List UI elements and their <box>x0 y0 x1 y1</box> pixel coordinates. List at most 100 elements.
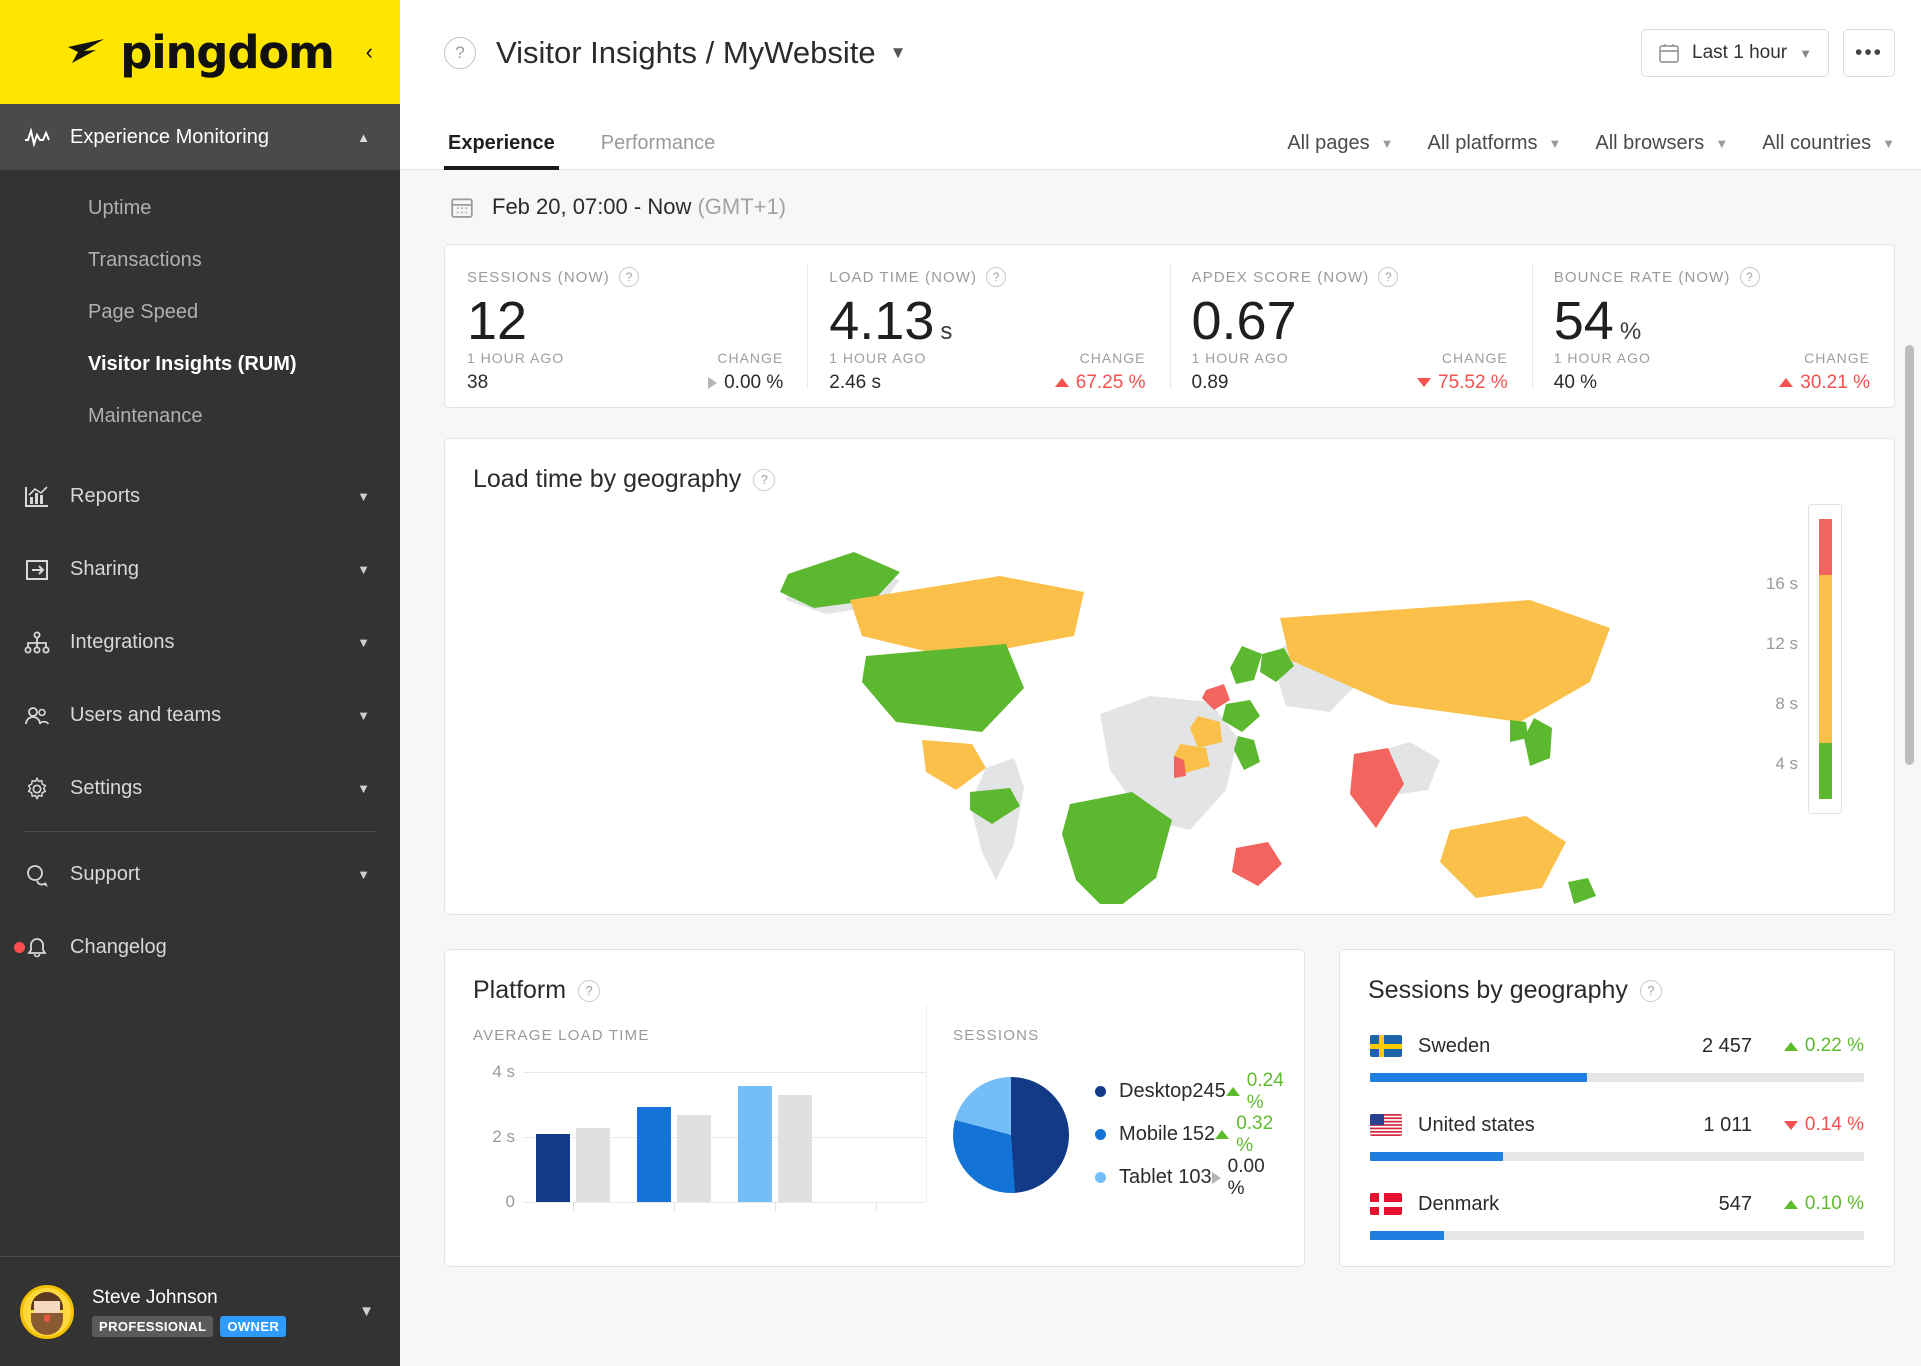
question-circle-icon[interactable]: ? <box>986 267 1007 287</box>
bar-group-empty <box>825 1072 926 1211</box>
notification-dot-icon <box>14 942 25 953</box>
sidebar-item-reports[interactable]: Reports ▼ <box>0 460 400 533</box>
calendar-icon <box>451 198 473 218</box>
legend-value: 245 <box>1192 1080 1226 1102</box>
sessions-by-geography-panel: Sessions by geography ? Sweden 2 457 0.2… <box>1339 949 1895 1267</box>
geo-row-united-states[interactable]: United states 1 011 0.14 % <box>1370 1108 1864 1161</box>
legend-change: 0.32 % <box>1215 1113 1280 1157</box>
sidebar-item-uptime[interactable]: Uptime <box>0 182 400 234</box>
filter-label: All countries <box>1762 132 1872 154</box>
kpi-change-label: CHANGE <box>717 349 784 366</box>
y-tick: 4 s <box>492 1062 515 1081</box>
user-account-box[interactable]: Steve Johnson PROFESSIONAL OWNER ▼ <box>0 1256 400 1366</box>
sessions-label: SESSIONS <box>953 1027 1040 1044</box>
kpi-change-label: CHANGE <box>1804 349 1870 366</box>
question-circle-icon[interactable]: ? <box>618 267 639 287</box>
question-circle-icon[interactable]: ? <box>444 37 476 69</box>
sidebar-group-experience-monitoring[interactable]: Experience Monitoring ▲ <box>0 104 400 170</box>
platform-panel: Platform ? AVERAGE LOAD TIME 0 2 s 4 s S… <box>444 949 1305 1267</box>
legend-value: 152 <box>1181 1123 1216 1145</box>
question-circle-icon[interactable]: ? <box>1378 267 1399 287</box>
sidebar-item-maintenance[interactable]: Maintenance <box>0 390 400 442</box>
legend-label: Tablet <box>1119 1166 1173 1188</box>
geo-row-sweden[interactable]: Sweden 2 457 0.22 % <box>1370 1029 1864 1082</box>
legend-row-desktop[interactable]: Desktop 245 0.24 % <box>1095 1070 1284 1113</box>
more-options-button[interactable]: ••• <box>1843 29 1895 77</box>
chevron-down-icon: ▼ <box>1380 136 1394 151</box>
bar-group-desktop[interactable] <box>523 1072 624 1211</box>
date-range-button[interactable]: Last 1 hour ▼ <box>1641 29 1829 77</box>
date-range-row: Feb 20, 07:00 - Now (GMT+1) <box>444 170 1895 244</box>
world-map-chart[interactable]: 16 s 12 s 8 s 4 s <box>445 494 1894 914</box>
tab-performance[interactable]: Performance <box>597 132 720 169</box>
legend-segment-med-3 <box>1818 575 1832 631</box>
y-tick: 2 s <box>492 1127 515 1146</box>
legend-row-mobile[interactable]: Mobile 152 0.32 % <box>1095 1113 1280 1156</box>
tab-experience[interactable]: Experience <box>444 132 559 170</box>
filter-label: All platforms <box>1427 132 1538 154</box>
arrow-up-icon <box>1783 1041 1798 1051</box>
geo-country-name: United states <box>1418 1113 1535 1136</box>
country-new-zealand <box>1567 878 1596 904</box>
sidebar-item-support[interactable]: Support ▼ <box>0 838 400 911</box>
sidebar-item-sharing[interactable]: Sharing ▼ <box>0 533 400 606</box>
bar-tablet-current <box>737 1086 772 1202</box>
sidebar-item-label: Maintenance <box>88 404 203 427</box>
sidebar-subnav: Uptime Transactions Page Speed Visitor I… <box>0 170 400 460</box>
sidebar-item-label: Uptime <box>88 196 152 219</box>
user-meta: Steve Johnson PROFESSIONAL OWNER <box>92 1287 359 1337</box>
flag-united-states-icon <box>1370 1114 1402 1136</box>
sidebar-item-visitor-insights[interactable]: Visitor Insights (RUM) <box>0 338 400 390</box>
sidebar-item-settings[interactable]: Settings ▼ <box>0 752 400 825</box>
question-circle-icon[interactable]: ? <box>1639 979 1662 1002</box>
sidebar-item-changelog[interactable]: Changelog <box>0 911 400 984</box>
bar-group-tablet[interactable] <box>725 1072 826 1211</box>
geo-row-denmark[interactable]: Denmark 547 0.10 % <box>1370 1187 1864 1240</box>
geo-progress-bar <box>1370 1073 1864 1082</box>
kpi-value: 0.67 <box>1192 293 1508 350</box>
filter-all-browsers[interactable]: All browsers ▼ <box>1595 132 1728 155</box>
kpi-load-time: LOAD TIME (NOW)? 4.13 s 1 HOUR AGO 2.46 s … <box>807 245 1169 407</box>
geo-sessions: 1 011 <box>1703 1113 1752 1136</box>
filter-all-countries[interactable]: All countries ▼ <box>1762 132 1895 155</box>
question-circle-icon[interactable]: ? <box>578 979 601 1002</box>
arrow-down-icon <box>1417 378 1432 388</box>
sidebar-item-label: Settings <box>70 777 143 799</box>
kpi-change-value: 75.52 % <box>1417 372 1508 394</box>
filter-all-pages[interactable]: All pages ▼ <box>1287 132 1393 155</box>
filter-bar: All pages ▼ All platforms ▼ All browsers ▼ … <box>1287 132 1895 169</box>
sidebar-item-integrations[interactable]: Integrations ▼ <box>0 606 400 679</box>
geo-change: 0.22 % <box>1768 1035 1864 1057</box>
legend-change: 0.24 % <box>1225 1070 1284 1114</box>
country-italy <box>1233 736 1260 770</box>
kpi-unit: s <box>940 318 953 345</box>
legend-label: Mobile <box>1119 1123 1178 1145</box>
chevron-down-icon[interactable]: ▼ <box>890 43 907 63</box>
chevron-down-icon: ▼ <box>357 489 370 504</box>
sidebar-item-page-speed[interactable]: Page Speed <box>0 286 400 338</box>
kpi-number: 4.13 <box>829 291 935 351</box>
chevron-left-icon[interactable]: ‹ <box>366 41 373 63</box>
legend-row-tablet[interactable]: Tablet 103 0.00 % <box>1095 1156 1280 1199</box>
filter-all-platforms[interactable]: All platforms ▼ <box>1427 132 1561 155</box>
geo-progress-bar <box>1370 1152 1864 1161</box>
geo-country-name: Sweden <box>1418 1034 1491 1057</box>
chevron-down-icon[interactable]: ▼ <box>359 1303 374 1320</box>
arrow-down-icon <box>1783 1120 1798 1130</box>
question-circle-icon[interactable]: ? <box>753 468 776 491</box>
pingdom-mark-icon <box>68 39 105 63</box>
geo-rows: Sweden 2 457 0.22 % United states 1 011 … <box>1340 1005 1894 1240</box>
question-circle-icon[interactable]: ? <box>1739 267 1760 287</box>
platform-bar-chart[interactable]: 0 2 s 4 s <box>473 1062 927 1211</box>
page-title: Visitor Insights / MyWebsite <box>496 35 876 70</box>
legend-gradient-bar <box>1818 519 1832 799</box>
sidebar-item-users-and-teams[interactable]: Users and teams ▼ <box>0 679 400 752</box>
bar-group-mobile[interactable] <box>624 1072 725 1211</box>
sidebar-item-transactions[interactable]: Transactions <box>0 234 400 286</box>
sessions-pie-chart[interactable] <box>953 1076 1070 1193</box>
topbar: ? Visitor Insights / MyWebsite ▼ Last 1 … <box>400 0 1921 106</box>
pingdom-logo[interactable]: pingdom <box>66 30 335 75</box>
vertical-scrollbar[interactable] <box>1905 345 1914 765</box>
sidebar-item-label: Support <box>70 863 141 885</box>
chevron-down-icon: ▼ <box>1548 136 1562 151</box>
